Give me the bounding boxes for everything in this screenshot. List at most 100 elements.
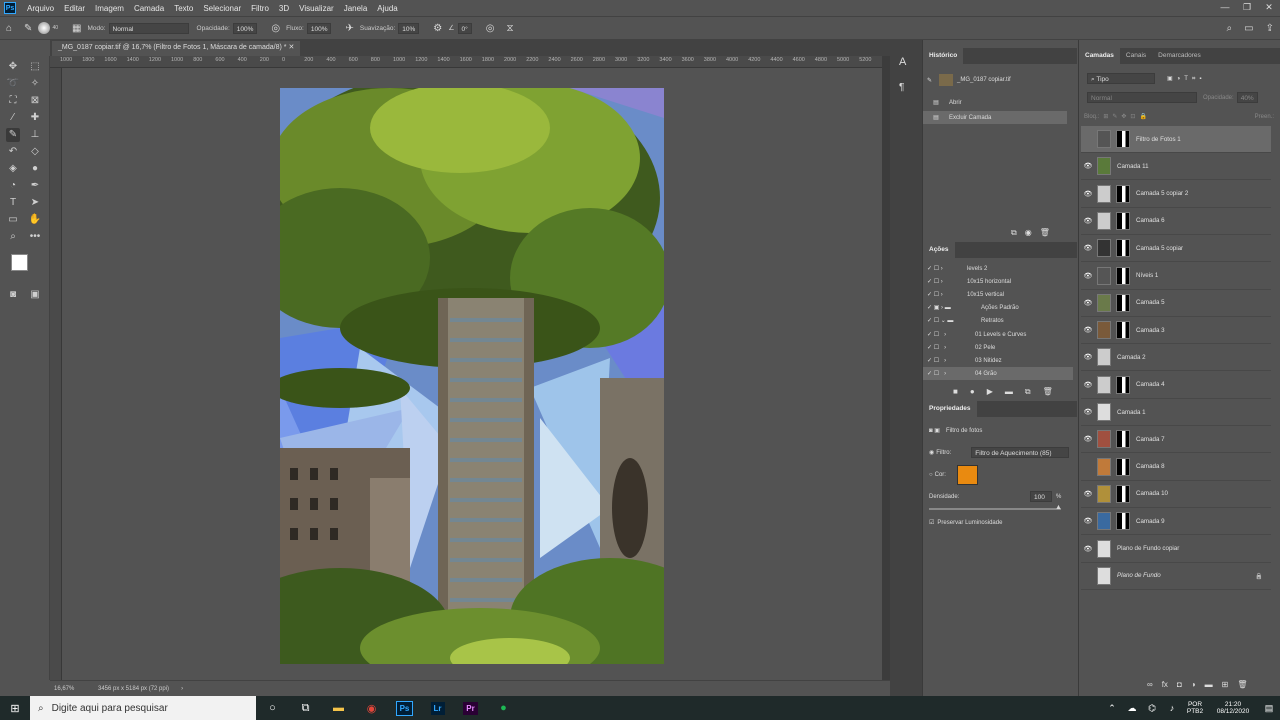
density-slider[interactable] — [929, 508, 1061, 510]
filter-radio[interactable]: ◉ — [929, 449, 934, 456]
visibility-eye-icon[interactable]: 👁 — [1081, 517, 1095, 525]
layer-row[interactable]: 👁 Camada 6 — [1081, 208, 1271, 235]
layer-row[interactable]: 👁 Camada 1 — [1081, 399, 1271, 426]
photoshop-taskbar-icon[interactable]: Ps — [388, 696, 421, 720]
visibility-eye-icon[interactable]: 👁 — [1081, 326, 1095, 334]
layer-row[interactable]: Filtro de Fotos 1 — [1081, 126, 1271, 153]
tab-layers[interactable]: Camadas — [1079, 48, 1120, 64]
record-icon[interactable]: ● — [970, 387, 975, 396]
search-icon[interactable]: ⌕ — [1227, 23, 1233, 34]
trash-icon[interactable]: 🗑 — [1043, 387, 1053, 396]
layer-row[interactable]: Camada 8 — [1081, 454, 1271, 481]
visibility-eye-icon[interactable]: 👁 — [1081, 244, 1095, 252]
rectangle-tool-icon[interactable]: ▭ — [6, 213, 20, 227]
spotify-icon[interactable]: ● — [487, 696, 520, 720]
fx-icon[interactable]: fx — [1162, 680, 1168, 689]
quick-mask-icon[interactable]: ◙ — [6, 288, 20, 302]
share-icon[interactable]: ⇪ — [1266, 23, 1274, 34]
visibility-eye-icon[interactable]: 👁 — [1081, 272, 1095, 280]
layer-row[interactable]: 👁 Camada 2 — [1081, 344, 1271, 372]
visibility-eye-icon[interactable]: 👁 — [1081, 408, 1095, 416]
visibility-eye-icon[interactable]: 👁 — [1081, 299, 1095, 307]
zoom-tool-icon[interactable]: ⌕ — [6, 230, 20, 244]
language-indicator[interactable]: POR PTB2 — [1182, 701, 1208, 715]
menu-arquivo[interactable]: Arquivo — [22, 4, 59, 13]
layer-row[interactable]: 👁 Camada 5 copiar 2 — [1081, 181, 1271, 208]
layer-row[interactable]: 👁 Camada 3 — [1081, 317, 1271, 345]
blend-mode-dropdown[interactable]: Normal — [1087, 92, 1197, 103]
filter-color-swatch[interactable] — [956, 465, 978, 485]
layer-mask-thumbnail[interactable] — [1116, 239, 1130, 258]
canvas-scrollbar[interactable] — [882, 56, 890, 680]
pressure-opacity-icon[interactable]: ◎ — [271, 23, 280, 34]
path-selection-tool-icon[interactable]: ➤ — [28, 196, 42, 210]
paragraph-panel-icon[interactable]: ¶ — [899, 82, 904, 93]
kind-filter-dropdown[interactable]: ⌕ Tipo — [1087, 73, 1155, 84]
action-item[interactable]: ✓ ☐ › 10x15 vertical — [923, 288, 1073, 301]
menu-filtro[interactable]: Filtro — [246, 4, 274, 13]
tab-properties[interactable]: Propriedades — [923, 401, 977, 417]
tab-history[interactable]: Histórico — [923, 48, 964, 64]
tab-actions[interactable]: Ações — [923, 242, 955, 258]
smoothing-settings-icon[interactable]: ⚙ — [433, 23, 442, 34]
layer-mask-thumbnail[interactable] — [1116, 484, 1130, 503]
filter-icons[interactable]: ▣◑T⌗▪ — [1167, 75, 1205, 83]
task-view-icon[interactable]: ⧉ — [289, 696, 322, 720]
folder-icon[interactable]: ▬ — [1005, 387, 1013, 396]
foreground-color-swatch[interactable] — [11, 254, 28, 271]
action-item[interactable]: ✓ ☐ › levels 2 — [923, 262, 1073, 275]
new-layer-icon[interactable]: ⊞ — [1222, 680, 1229, 689]
restore-button[interactable]: ❐ — [1236, 0, 1258, 16]
layer-mask-thumbnail[interactable] — [1116, 430, 1130, 449]
flow-field[interactable]: 100% — [306, 22, 332, 34]
layer-mask-thumbnail[interactable] — [1116, 457, 1130, 476]
layer-mask-thumbnail[interactable] — [1116, 184, 1130, 203]
notifications-icon[interactable]: ▤ — [1258, 696, 1280, 720]
paint-bucket-tool-icon[interactable]: ◈ — [6, 162, 20, 176]
smoothing-field[interactable]: 10% — [398, 22, 420, 34]
stop-icon[interactable]: ■ — [953, 387, 958, 396]
volume-icon[interactable]: ♪ — [1162, 696, 1182, 720]
layer-row[interactable]: 👁 Camada 4 — [1081, 372, 1271, 399]
symmetry-icon[interactable]: ⧖ — [507, 23, 514, 34]
action-set[interactable]: ✓ ▣ › ▬ Ações Padrão — [923, 301, 1073, 314]
density-field[interactable]: 100 — [1030, 491, 1052, 502]
screen-mode-icon[interactable]: ▣ — [28, 288, 42, 302]
history-item-abrir[interactable]: ▤ Abrir — [923, 96, 1067, 109]
opacity-field[interactable]: 100% — [232, 22, 258, 34]
layer-mask-thumbnail[interactable] — [1116, 266, 1130, 285]
type-tool-icon[interactable]: T — [6, 196, 20, 210]
onedrive-icon[interactable]: ☁ — [1122, 696, 1142, 720]
layer-mask-thumbnail[interactable] — [1116, 293, 1130, 312]
action-set[interactable]: ✓ ☐ ⌄ ▬ Retratos — [923, 314, 1073, 327]
brush-tool-icon[interactable]: ✎ — [24, 23, 32, 34]
adjustment-layer-icon[interactable]: ◑ — [1191, 680, 1196, 689]
layer-opacity-field[interactable]: 40% — [1236, 92, 1258, 103]
visibility-eye-icon[interactable]: 👁 — [1081, 162, 1095, 170]
eraser-tool-icon[interactable]: ◇ — [28, 145, 42, 159]
snapshot-camera-icon[interactable]: ◉ — [1025, 228, 1032, 237]
history-brush-tool-icon[interactable]: ↶ — [6, 145, 20, 159]
document-image[interactable] — [280, 88, 664, 664]
crop-tool-icon[interactable]: ⛶ — [6, 94, 20, 108]
layer-row[interactable]: Plano de Fundo 🔒 — [1081, 563, 1271, 590]
history-snapshot[interactable]: ✎ _MG_0187 copiar.tif — [923, 72, 1077, 88]
layer-row[interactable]: 👁 Camada 7 — [1081, 426, 1271, 454]
action-item[interactable]: ✓ ☐ › 02 Pele — [923, 341, 1073, 354]
hand-tool-icon[interactable]: ✋ — [28, 213, 42, 227]
brush-tool-icon[interactable]: ✎ — [6, 128, 20, 142]
new-document-icon[interactable]: ⧉ — [1011, 228, 1017, 238]
menu-camada[interactable]: Camada — [129, 4, 169, 13]
menu-3d[interactable]: 3D — [274, 4, 294, 13]
action-item[interactable]: ✓ ☐ › 03 Nitidez — [923, 354, 1073, 367]
filter-dropdown[interactable]: Filtro de Aquecimento (85) — [971, 447, 1070, 458]
file-explorer-icon[interactable]: ▬ — [322, 696, 355, 720]
action-item[interactable]: ✓ ☐ › 01 Levels e Curves — [923, 328, 1073, 341]
menu-texto[interactable]: Texto — [169, 4, 198, 13]
brush-preset[interactable]: 40 — [38, 22, 58, 34]
trash-icon[interactable]: 🗑 — [1237, 680, 1247, 689]
color-radio[interactable]: ○ — [929, 472, 933, 478]
action-item[interactable]: ✓ ☐ › 10x15 horizontal — [923, 275, 1073, 288]
tab-close-icon[interactable]: ✕ — [288, 44, 294, 51]
tray-chevron-icon[interactable]: ⌃ — [1102, 696, 1122, 720]
